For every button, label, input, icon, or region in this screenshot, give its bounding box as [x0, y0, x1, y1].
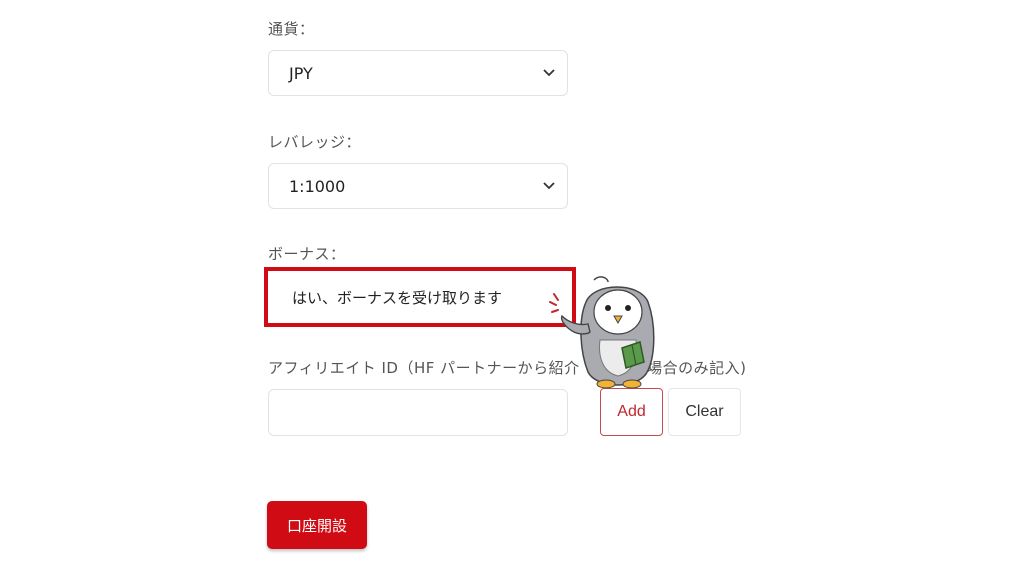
currency-label: 通貨： — [268, 20, 315, 38]
penguin-mascot-icon — [549, 276, 655, 389]
chevron-down-icon — [543, 182, 555, 190]
currency-select[interactable]: JPY — [268, 50, 568, 96]
affiliate-label-text: アフィリエイト ID（HF パートナーから紹介 — [268, 359, 580, 377]
leverage-selected-value: 1:1000 — [289, 176, 346, 196]
bonus-label: ボーナス： — [268, 245, 346, 263]
chevron-down-icon — [543, 69, 555, 77]
currency-selected-value: JPY — [289, 63, 313, 83]
open-account-button[interactable]: 口座開設 — [267, 501, 367, 549]
leverage-label: レバレッジ： — [268, 133, 362, 151]
account-opening-form: 通貨： JPY レバレッジ： 1:1000 ボーナス： はい、ボーナスを受け取り… — [0, 0, 1024, 576]
affiliate-id-input[interactable] — [268, 389, 568, 436]
bonus-selected-value: はい、ボーナスを受け取ります — [292, 288, 503, 307]
bonus-select[interactable]: はい、ボーナスを受け取ります — [264, 267, 576, 327]
clear-button[interactable]: Clear — [668, 388, 741, 436]
leverage-select[interactable]: 1:1000 — [268, 163, 568, 209]
